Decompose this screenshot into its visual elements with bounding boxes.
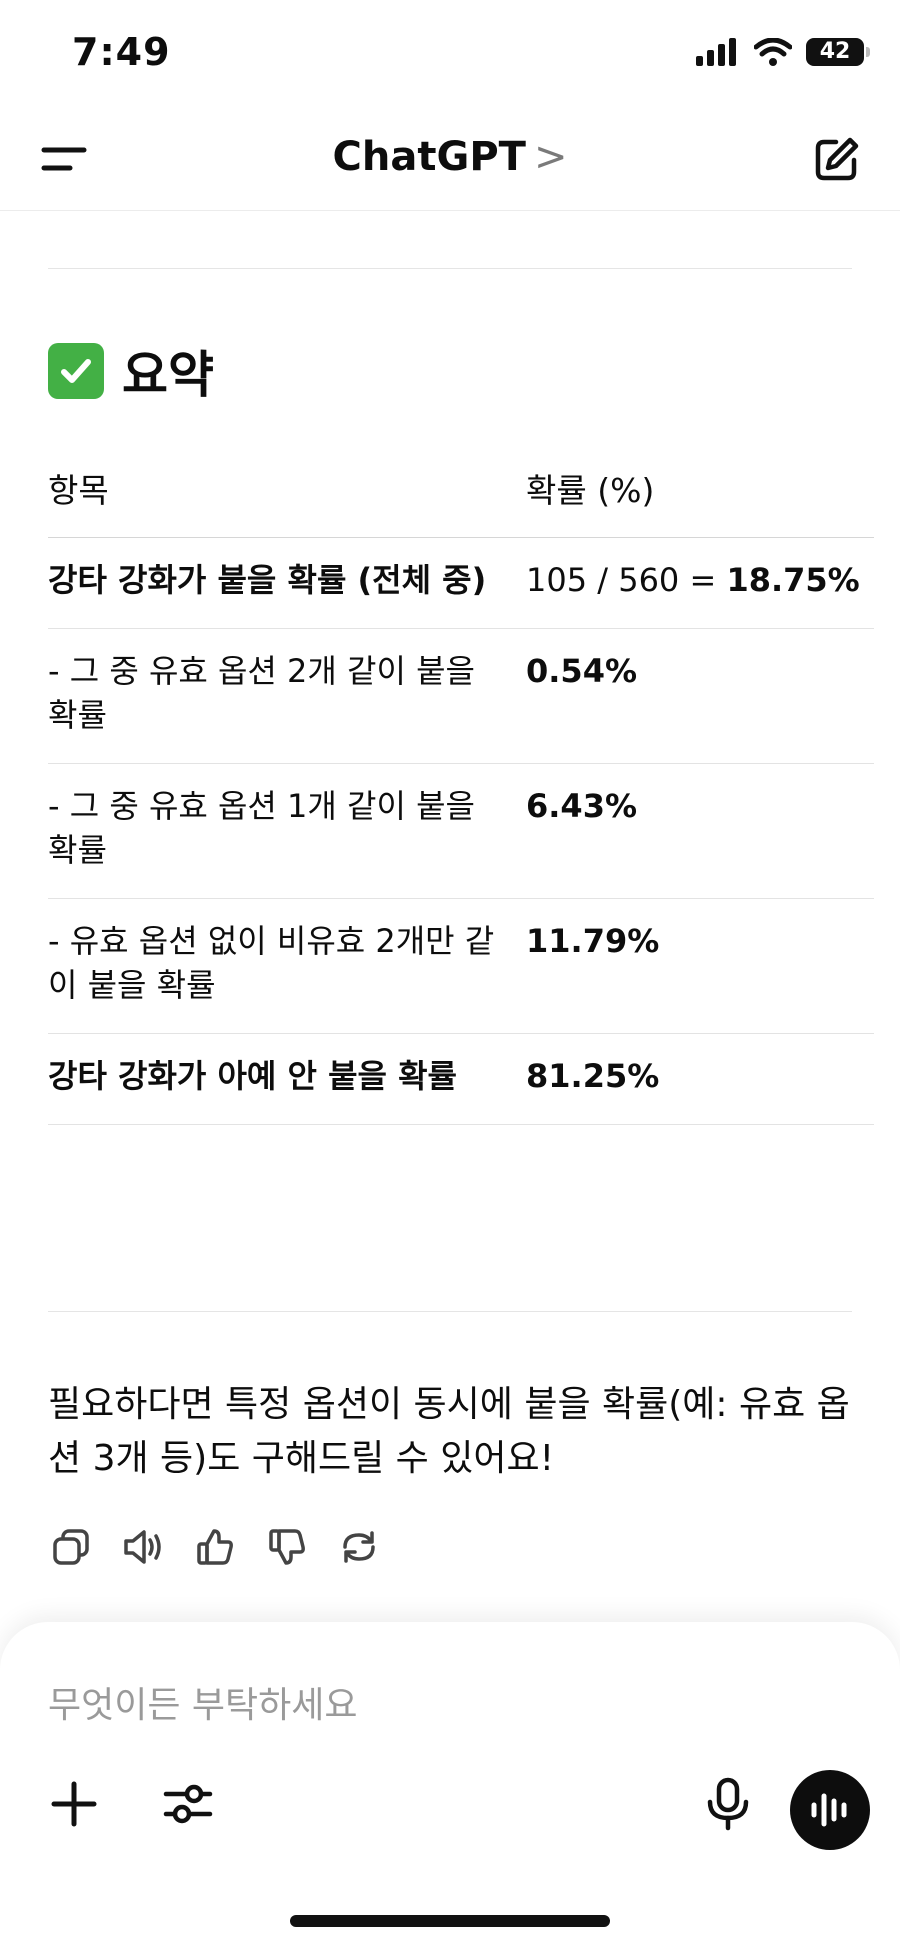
composer: 무엇이든 부탁하세요 [0, 1622, 900, 1949]
plus-icon [51, 1781, 97, 1827]
read-aloud-button[interactable] [120, 1524, 166, 1570]
row-item: - 그 중 유효 옵션 1개 같이 붙을 확률 [48, 787, 475, 869]
voice-mode-button[interactable] [790, 1770, 870, 1850]
dictation-button[interactable] [700, 1776, 756, 1832]
message-input[interactable]: 무엇이든 부탁하세요 [48, 1676, 358, 1728]
row-value: 81.25% [526, 1057, 660, 1095]
row-value-number: 18.75% [726, 561, 860, 599]
row-item: - 유효 옵션 없이 비유효 2개만 같이 붙을 확률 [48, 922, 495, 1004]
signal-icon [696, 38, 736, 66]
summary-title: 요약 [122, 346, 214, 404]
model-selector[interactable]: ChatGPT > [0, 134, 900, 180]
speaker-icon [124, 1530, 161, 1564]
table-header-row: 항목 확률 (%) [48, 445, 874, 538]
copy-button[interactable] [48, 1524, 94, 1570]
wifi-icon [754, 38, 792, 66]
tools-button[interactable] [162, 1778, 214, 1830]
row-value: 11.79% [526, 922, 660, 960]
summary-heading: 요약 [48, 335, 214, 407]
battery-icon: 42 [806, 38, 870, 66]
row-value: 6.43% [526, 787, 638, 825]
row-value-prefix: 105 / 560 = [526, 561, 727, 599]
thumbs-down-icon [269, 1529, 305, 1565]
table-row: 강타 강화가 아예 안 붙을 확률 81.25% [48, 1034, 874, 1125]
attach-button[interactable] [48, 1778, 100, 1830]
status-bar: 7:49 42 [0, 0, 900, 110]
row-item: - 그 중 유효 옵션 2개 같이 붙을 확률 [48, 652, 475, 734]
status-time: 7:49 [72, 30, 171, 74]
column-header-probability: 확률 (%) [526, 471, 655, 510]
row-value: 105 / 560 = 18.75% [526, 558, 874, 602]
edit-icon [815, 137, 859, 181]
thumbs-up-icon [197, 1529, 233, 1565]
column-header-item: 항목 [48, 471, 109, 510]
thumbs-up-button[interactable] [192, 1524, 238, 1570]
status-icons: 42 [696, 38, 870, 66]
assistant-message-text: 필요하다면 특정 옵션이 동시에 붙을 확률(예: 유효 옵션 3개 등)도 구… [48, 1384, 850, 1479]
refresh-icon [343, 1531, 375, 1563]
divider [48, 268, 852, 269]
regenerate-button[interactable] [336, 1524, 382, 1570]
table-row: 강타 강화가 붙을 확률 (전체 중) 105 / 560 = 18.75% [48, 538, 874, 629]
nav-bar: ChatGPT > [0, 110, 900, 211]
row-item: 강타 강화가 붙을 확률 (전체 중) [48, 561, 487, 599]
table-row: - 유효 옵션 없이 비유효 2개만 같이 붙을 확률 11.79% [48, 899, 874, 1034]
thumbs-down-button[interactable] [264, 1524, 310, 1570]
table-row: - 그 중 유효 옵션 1개 같이 붙을 확률 6.43% [48, 764, 874, 899]
row-value: 0.54% [526, 652, 638, 690]
message-actions [48, 1524, 382, 1570]
divider [48, 1311, 852, 1312]
chevron-right-icon: > [533, 134, 568, 180]
probability-table: 항목 확률 (%) 강타 강화가 붙을 확률 (전체 중) 105 / 560 … [48, 445, 874, 1125]
nav-title: ChatGPT [332, 134, 526, 180]
battery-level: 42 [819, 39, 851, 64]
table-row: - 그 중 유효 옵션 2개 같이 붙을 확률 0.54% [48, 629, 874, 764]
check-mark-icon [48, 343, 104, 399]
row-item: 강타 강화가 아예 안 붙을 확률 [48, 1057, 457, 1095]
sliders-icon [163, 1784, 213, 1824]
new-chat-button[interactable] [810, 134, 862, 186]
copy-icon [53, 1529, 89, 1565]
home-indicator [290, 1915, 610, 1927]
waveform-icon [811, 1793, 847, 1827]
microphone-icon [707, 1777, 749, 1831]
